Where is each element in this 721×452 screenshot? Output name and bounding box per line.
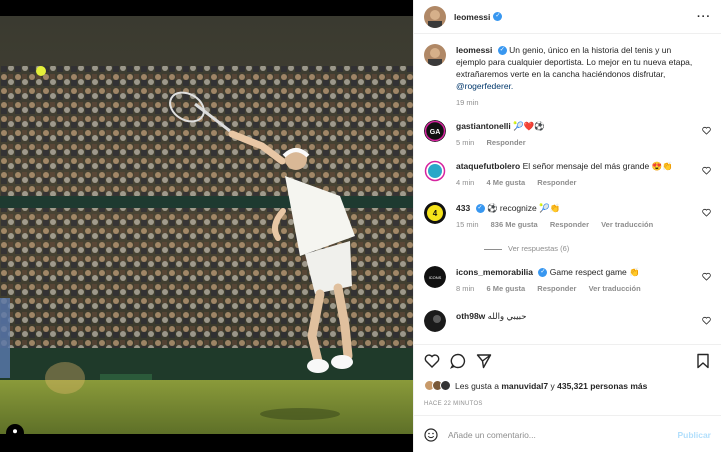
- avatar[interactable]: [424, 5, 446, 28]
- more-horizontal-icon[interactable]: ···: [697, 11, 711, 23]
- comment-text: حبيبي والله: [487, 311, 527, 321]
- comment-meta: 15 min 836 Me gusta Responder Ver traduc…: [456, 219, 693, 231]
- comment-meta: 8 min 6 Me gusta Responder Ver traducció…: [456, 283, 693, 295]
- avatar[interactable]: [440, 380, 451, 391]
- add-comment-bar: Publicar: [414, 415, 721, 452]
- verified-badge-icon: ✓: [538, 268, 548, 278]
- reply-button[interactable]: Responder: [550, 220, 589, 229]
- caption-text: Un genio, único en la historia del tenis…: [456, 45, 693, 79]
- comment-body: icons_memorabilia ✓ Game respect game 👏 …: [456, 266, 711, 295]
- translate-button[interactable]: Ver traducción: [601, 220, 653, 229]
- caption-row: leomessi ✓ Un genio, único en la histori…: [424, 44, 711, 109]
- likes-count-link[interactable]: 435,321 personas más: [557, 381, 647, 391]
- comment-input[interactable]: [448, 429, 678, 440]
- comment-username[interactable]: gastiantonelli: [456, 121, 511, 131]
- comment-username[interactable]: icons_memorabilia: [456, 267, 533, 277]
- likes-count[interactable]: 6 Me gusta: [486, 284, 525, 293]
- share-icon[interactable]: [476, 353, 492, 369]
- comment-body: oth98w حبيبي والله: [456, 310, 711, 322]
- likes-and: y: [550, 380, 555, 391]
- translate-button[interactable]: Ver traducción: [589, 284, 641, 293]
- post-side-panel: leomessi ✓ ··· leomessi ✓ Un genio, únic…: [413, 0, 721, 452]
- comment-time[interactable]: 5 min: [456, 138, 474, 147]
- view-replies-button[interactable]: Ver respuestas (6): [484, 244, 569, 253]
- comment-body: gastiantonelli 🎾❤️⚽ 5 min Responder: [456, 120, 711, 149]
- svg-text:GA: GA: [430, 129, 441, 136]
- reply-button[interactable]: Responder: [537, 284, 576, 293]
- svg-text:4: 4: [433, 209, 438, 218]
- heart-icon[interactable]: [702, 166, 711, 175]
- comment-text: 🎾❤️⚽: [513, 121, 545, 131]
- post-photo[interactable]: [0, 16, 413, 434]
- comment-time[interactable]: 8 min: [456, 284, 474, 293]
- reply-button[interactable]: Responder: [537, 178, 576, 187]
- post-header: leomessi ✓ ···: [414, 0, 721, 34]
- heart-icon[interactable]: [702, 126, 711, 135]
- post-actions: Les gusta a manuvidal7 y 435,321 persona…: [414, 344, 721, 444]
- likes-summary: Les gusta a manuvidal7 y 435,321 persona…: [424, 380, 647, 391]
- caption-mention[interactable]: @rogerfederer.: [456, 81, 513, 91]
- svg-text:ICONS: ICONS: [429, 275, 442, 280]
- verified-badge-icon: ✓: [497, 46, 507, 56]
- likes-count[interactable]: 836 Me gusta: [491, 220, 538, 229]
- avatar[interactable]: [424, 44, 446, 66]
- likes-count[interactable]: 4 Me gusta: [486, 178, 525, 187]
- comment-body: ataquefutbolero El señor mensaje del más…: [456, 160, 711, 189]
- likes-prefix: Les gusta a: [455, 380, 499, 391]
- caption-body: leomessi ✓ Un genio, único en la histori…: [456, 44, 711, 109]
- action-icons-row: [424, 353, 711, 371]
- avatar[interactable]: [424, 310, 446, 332]
- comment-body: 433 ✓ ⚽ recognize 🎾👏 15 min 836 Me gusta…: [456, 202, 711, 231]
- heart-icon[interactable]: [424, 353, 440, 369]
- avatar[interactable]: GA: [424, 120, 446, 142]
- heart-icon[interactable]: [702, 272, 711, 281]
- comment-row: 4 433 ✓ ⚽ recognize 🎾👏 15 min 836 Me gus…: [424, 202, 711, 231]
- verified-badge-icon: ✓: [493, 12, 503, 21]
- caption-username[interactable]: leomessi: [456, 45, 492, 55]
- bookmark-icon[interactable]: [695, 353, 711, 369]
- likes-user[interactable]: manuvidal7: [501, 381, 548, 391]
- verified-badge-icon: ✓: [475, 204, 485, 214]
- avatar[interactable]: [424, 160, 446, 182]
- comment-row: GA gastiantonelli 🎾❤️⚽ 5 min Responder: [424, 120, 711, 149]
- comment-username[interactable]: oth98w: [456, 311, 485, 321]
- post-username[interactable]: leomessi: [454, 12, 490, 22]
- comment-username[interactable]: ataquefutbolero: [456, 161, 520, 171]
- avatar[interactable]: ICONS: [424, 266, 446, 288]
- comment-time[interactable]: 4 min: [456, 178, 474, 187]
- comment-time[interactable]: 15 min: [456, 220, 479, 229]
- heart-icon[interactable]: [702, 316, 711, 325]
- reply-button[interactable]: Responder: [486, 138, 525, 147]
- post-timestamp[interactable]: HACE 22 MINUTOS: [424, 401, 483, 407]
- avatar[interactable]: 4: [424, 202, 446, 224]
- emoji-icon[interactable]: [424, 427, 438, 442]
- comment-row: ataquefutbolero El señor mensaje del más…: [424, 160, 711, 189]
- caption-time[interactable]: 19 min: [456, 98, 479, 107]
- comment-meta: 4 min 4 Me gusta Responder: [456, 177, 693, 189]
- comment-meta: 5 min Responder: [456, 137, 693, 149]
- comment-row: oth98w حبيبي والله: [424, 310, 711, 332]
- comment-text: El señor mensaje del más grande 😍👏: [522, 161, 673, 171]
- comment-username[interactable]: 433: [456, 203, 470, 213]
- comment-icon[interactable]: [450, 353, 466, 369]
- post-photo-pane: [0, 0, 413, 452]
- heart-icon[interactable]: [702, 208, 711, 217]
- comment-text: ⚽ recognize 🎾👏: [486, 203, 561, 213]
- caption-meta: 19 min: [456, 97, 693, 109]
- tennis-player-photo: [0, 16, 413, 434]
- comment-text: Game respect game 👏: [549, 267, 640, 277]
- comment-row: ICONS icons_memorabilia ✓ Game respect g…: [424, 266, 711, 295]
- publish-button[interactable]: Publicar: [677, 430, 711, 440]
